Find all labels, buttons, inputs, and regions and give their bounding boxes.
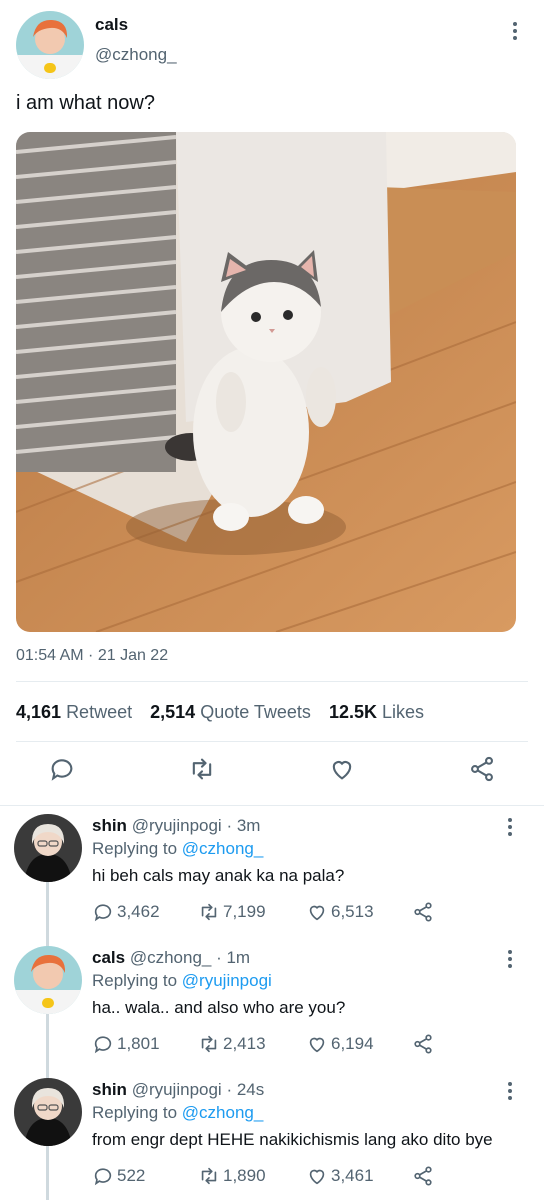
tweet-header: cals @czhong_ bbox=[0, 0, 544, 90]
retweet-count[interactable]: 4,161 bbox=[16, 702, 61, 722]
reply-author-handle[interactable]: @czhong_ bbox=[130, 948, 212, 967]
reply-count: 1,801 bbox=[117, 1034, 160, 1053]
replying-to-prefix: Replying to bbox=[92, 839, 178, 858]
reply-count: 522 bbox=[117, 1166, 146, 1185]
reply-icon bbox=[94, 1168, 112, 1186]
replying-to-prefix: Replying to bbox=[92, 971, 178, 990]
reply-time: · 3m bbox=[226, 816, 261, 835]
reply-item[interactable]: cals @czhong_ · 1m Replying to @ryujinpo… bbox=[0, 946, 544, 1078]
reply-item[interactable]: shin @ryujinpogi · 3m Replying to @czhon… bbox=[0, 814, 544, 946]
more-vertical-icon[interactable] bbox=[500, 950, 520, 972]
reply-text: from engr dept HEHE nakikichismis lang a… bbox=[92, 1130, 493, 1149]
like-icon[interactable] bbox=[328, 755, 358, 785]
divider bbox=[16, 741, 528, 742]
reply-header: shin @ryujinpogi · 24s bbox=[92, 1080, 264, 1100]
like-icon bbox=[309, 1169, 325, 1185]
like-button[interactable]: 3,461 bbox=[306, 1165, 374, 1187]
more-vertical-icon[interactable] bbox=[500, 1082, 520, 1104]
replying-to-mention[interactable]: @czhong_ bbox=[182, 1103, 264, 1122]
reply-avatar[interactable] bbox=[14, 946, 82, 1014]
replying-to: Replying to @czhong_ bbox=[92, 839, 263, 859]
like-icon bbox=[309, 905, 325, 921]
tweet-timestamp[interactable]: 01:54 AM · 21 Jan 22 bbox=[16, 647, 168, 665]
tweet-image[interactable] bbox=[16, 132, 516, 632]
reply-button[interactable]: 3,462 bbox=[92, 901, 160, 923]
reply-avatar[interactable] bbox=[14, 1078, 82, 1146]
retweet-button[interactable]: 7,199 bbox=[198, 901, 266, 923]
like-count[interactable]: 12.5K bbox=[329, 702, 377, 722]
share-button[interactable] bbox=[412, 1033, 437, 1055]
share-icon[interactable] bbox=[468, 755, 498, 785]
author-handle[interactable]: @czhong_ bbox=[95, 45, 177, 65]
quote-label[interactable]: Quote Tweets bbox=[200, 702, 311, 722]
retweet-icon bbox=[201, 1035, 217, 1053]
like-button[interactable]: 6,194 bbox=[306, 1033, 374, 1055]
reply-action-bar: 522 1,890 3,461 bbox=[92, 1165, 452, 1189]
like-icon bbox=[309, 1037, 325, 1053]
reply-icon[interactable] bbox=[48, 755, 78, 785]
reply-button[interactable]: 522 bbox=[92, 1165, 145, 1187]
like-count: 6,194 bbox=[331, 1034, 374, 1053]
replying-to-mention[interactable]: @ryujinpogi bbox=[182, 971, 272, 990]
retweet-count: 2,413 bbox=[223, 1034, 266, 1053]
reply-header: shin @ryujinpogi · 3m bbox=[92, 816, 260, 836]
share-button[interactable] bbox=[412, 1165, 437, 1187]
reply-avatar[interactable] bbox=[14, 814, 82, 882]
retweet-icon bbox=[201, 1167, 217, 1185]
section-divider bbox=[0, 805, 544, 806]
share-icon bbox=[414, 1034, 432, 1054]
reply-action-bar: 3,462 7,199 6,513 bbox=[92, 901, 452, 925]
retweet-button[interactable]: 2,413 bbox=[198, 1033, 266, 1055]
tweet-text: i am what now? bbox=[16, 92, 155, 114]
retweet-count: 1,890 bbox=[223, 1166, 266, 1185]
replying-to-mention[interactable]: @czhong_ bbox=[182, 839, 264, 858]
reply-author-handle[interactable]: @ryujinpogi bbox=[132, 1080, 222, 1099]
retweet-icon bbox=[201, 903, 217, 921]
reply-author-name[interactable]: shin bbox=[92, 1080, 127, 1099]
tweet-action-bar bbox=[0, 755, 544, 791]
reply-header: cals @czhong_ · 1m bbox=[92, 948, 250, 968]
quote-count[interactable]: 2,514 bbox=[150, 702, 195, 722]
replying-to: Replying to @czhong_ bbox=[92, 1103, 263, 1123]
replying-to-prefix: Replying to bbox=[92, 1103, 178, 1122]
reply-author-name[interactable]: cals bbox=[92, 948, 125, 967]
reply-time: · 24s bbox=[226, 1080, 265, 1099]
reply-text: hi beh cals may anak ka na pala? bbox=[92, 866, 345, 885]
reply-icon bbox=[94, 904, 112, 922]
reply-author-handle[interactable]: @ryujinpogi bbox=[132, 816, 222, 835]
share-icon bbox=[414, 1166, 432, 1186]
reply-button[interactable]: 1,801 bbox=[92, 1033, 160, 1055]
replying-to: Replying to @ryujinpogi bbox=[92, 971, 272, 991]
reply-icon bbox=[94, 1036, 112, 1054]
reply-item[interactable]: shin @ryujinpogi · 24s Replying to @czho… bbox=[0, 1078, 544, 1200]
divider bbox=[16, 681, 528, 682]
like-button[interactable]: 6,513 bbox=[306, 901, 374, 923]
author-name[interactable]: cals bbox=[95, 15, 128, 35]
like-count: 3,461 bbox=[331, 1166, 374, 1185]
retweet-button[interactable]: 1,890 bbox=[198, 1165, 266, 1187]
like-label[interactable]: Likes bbox=[382, 702, 424, 722]
reply-action-bar: 1,801 2,413 6,194 bbox=[92, 1033, 452, 1057]
reply-text: ha.. wala.. and also who are you? bbox=[92, 998, 346, 1017]
more-vertical-icon[interactable] bbox=[505, 22, 525, 44]
tweet-stats: 4,161 Retweet 2,514 Quote Tweets 12.5K L… bbox=[16, 702, 437, 723]
reply-author-name[interactable]: shin bbox=[92, 816, 127, 835]
more-vertical-icon[interactable] bbox=[500, 818, 520, 840]
share-button[interactable] bbox=[412, 901, 437, 923]
author-avatar[interactable] bbox=[16, 11, 84, 79]
retweet-count: 7,199 bbox=[223, 902, 266, 921]
retweet-label[interactable]: Retweet bbox=[66, 702, 132, 722]
reply-count: 3,462 bbox=[117, 902, 160, 921]
retweet-icon[interactable] bbox=[188, 755, 218, 785]
like-count: 6,513 bbox=[331, 902, 374, 921]
share-icon bbox=[414, 902, 432, 922]
reply-time: · 1m bbox=[216, 948, 251, 967]
